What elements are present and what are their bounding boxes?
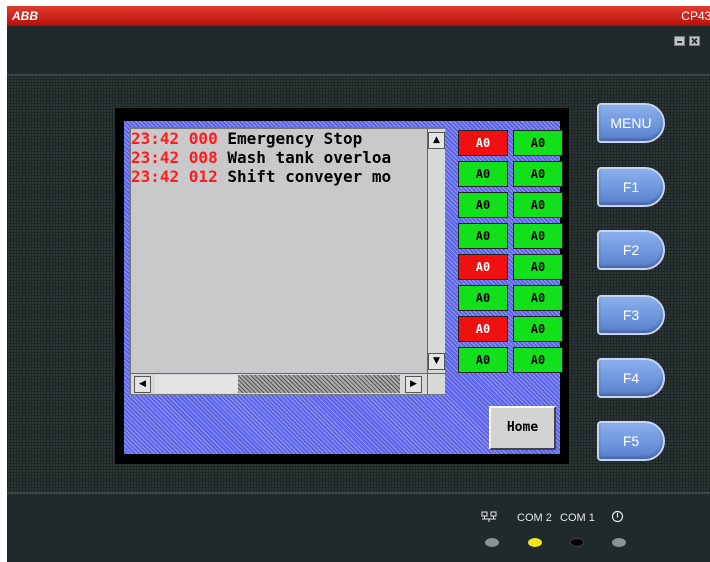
menu-button[interactable]: MENU bbox=[597, 103, 665, 143]
scrollbar-corner bbox=[427, 373, 445, 394]
indicator-lamp[interactable]: A0 bbox=[513, 223, 563, 249]
network-icon bbox=[481, 511, 497, 522]
indicator-lamp[interactable]: A0 bbox=[513, 192, 563, 218]
close-icon[interactable] bbox=[689, 36, 700, 46]
vertical-scrollbar[interactable]: ▲ ▼ bbox=[427, 129, 445, 373]
horizontal-scroll-thumb[interactable] bbox=[155, 375, 239, 393]
indicator-lamp[interactable]: A0 bbox=[513, 161, 563, 187]
home-button[interactable]: Home bbox=[489, 406, 556, 450]
com1-label: COM 1 bbox=[560, 512, 595, 524]
alarm-time: 23:42 000 bbox=[131, 129, 218, 148]
f2-button[interactable]: F2 bbox=[597, 230, 665, 270]
upper-band bbox=[7, 26, 710, 76]
alarm-message: Emergency Stop bbox=[227, 129, 363, 148]
alarm-time: 23:42 008 bbox=[131, 148, 218, 167]
scroll-up-icon[interactable]: ▲ bbox=[428, 132, 445, 149]
model-label: CP430 bbox=[681, 9, 710, 23]
indicator-lamp[interactable]: A0 bbox=[513, 285, 563, 311]
alarm-row[interactable]: 23:42 012 Shift conveyer mo bbox=[131, 167, 427, 186]
indicator-lamp[interactable]: A0 bbox=[458, 347, 508, 373]
scroll-down-icon[interactable]: ▼ bbox=[428, 353, 445, 370]
indicator-lamp[interactable]: A0 bbox=[458, 316, 508, 342]
f5-button[interactable]: F5 bbox=[597, 421, 665, 461]
indicator-lamp[interactable]: A0 bbox=[513, 254, 563, 280]
indicator-lamp[interactable]: A0 bbox=[458, 285, 508, 311]
alarm-message: Wash tank overloa bbox=[227, 148, 392, 167]
indicator-lamp[interactable]: A0 bbox=[513, 347, 563, 373]
status-led bbox=[485, 538, 499, 547]
alarm-row[interactable]: 23:42 000 Emergency Stop bbox=[131, 129, 427, 148]
alarm-list[interactable]: 23:42 000 Emergency Stop 23:42 008 Wash … bbox=[129, 127, 445, 395]
f1-button[interactable]: F1 bbox=[597, 167, 665, 207]
scroll-left-icon[interactable]: ◀ bbox=[134, 376, 151, 393]
alarm-list-content: 23:42 000 Emergency Stop 23:42 008 Wash … bbox=[131, 129, 427, 373]
hmi-window: ABB CP430 23:42 000 Emergency Stop 23:42… bbox=[7, 6, 710, 562]
power-icon bbox=[611, 510, 624, 523]
display-screen: 23:42 000 Emergency Stop 23:42 008 Wash … bbox=[115, 108, 569, 464]
com2-label: COM 2 bbox=[517, 512, 552, 524]
hmi-screen: 23:42 000 Emergency Stop 23:42 008 Wash … bbox=[124, 121, 563, 454]
indicator-lamp[interactable]: A0 bbox=[458, 192, 508, 218]
alarm-row[interactable]: 23:42 008 Wash tank overloa bbox=[131, 148, 427, 167]
status-led bbox=[528, 538, 542, 547]
horizontal-scroll-track[interactable] bbox=[238, 375, 400, 393]
indicator-lamp[interactable]: A0 bbox=[458, 254, 508, 280]
status-led bbox=[570, 538, 584, 547]
indicator-lamp[interactable]: A0 bbox=[458, 130, 508, 156]
scroll-right-icon[interactable]: ▶ bbox=[405, 376, 422, 393]
horizontal-scrollbar[interactable]: ◀ ▶ bbox=[131, 373, 427, 394]
indicator-lamp[interactable]: A0 bbox=[458, 161, 508, 187]
indicator-lamp[interactable]: A0 bbox=[458, 223, 508, 249]
f4-button[interactable]: F4 bbox=[597, 358, 665, 398]
indicator-lamp[interactable]: A0 bbox=[513, 316, 563, 342]
title-bar: ABB CP430 bbox=[7, 6, 710, 26]
abb-logo: ABB bbox=[12, 9, 38, 23]
alarm-message: Shift conveyer mo bbox=[227, 167, 392, 186]
status-led bbox=[612, 538, 626, 547]
status-band bbox=[7, 492, 710, 562]
indicator-lamp[interactable]: A0 bbox=[513, 130, 563, 156]
f3-button[interactable]: F3 bbox=[597, 295, 665, 335]
alarm-time: 23:42 012 bbox=[131, 167, 218, 186]
minimize-icon[interactable] bbox=[674, 36, 685, 46]
